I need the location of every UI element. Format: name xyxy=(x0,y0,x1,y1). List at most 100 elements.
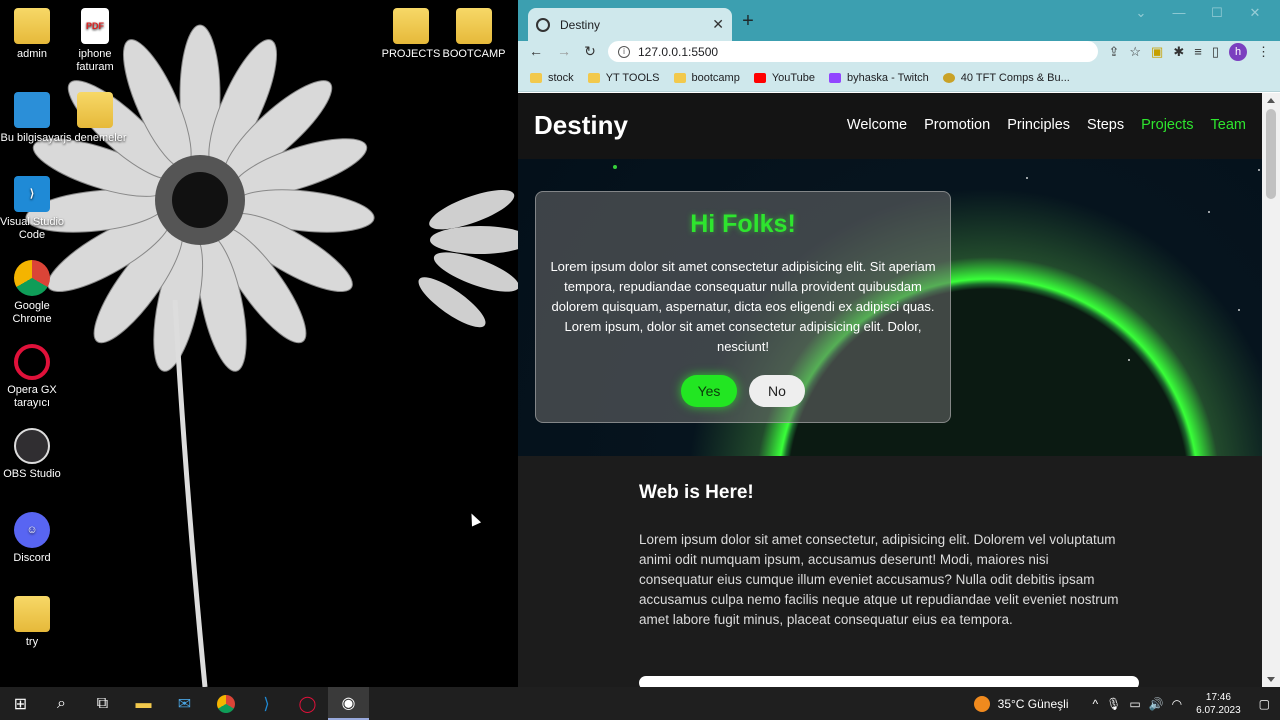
clock-date: 6.07.2023 xyxy=(1196,704,1241,716)
user-folder-icon xyxy=(14,8,50,44)
opera-icon[interactable]: ◯ xyxy=(287,687,328,720)
chrome-icon[interactable] xyxy=(205,687,246,720)
yes-button[interactable]: Yes xyxy=(681,375,737,407)
extension-badge-icon[interactable]: ▣ xyxy=(1151,44,1163,60)
puzzle-icon[interactable]: ✱ xyxy=(1173,44,1184,60)
chevron-down-icon[interactable]: ⌄ xyxy=(1122,5,1160,21)
battery-icon[interactable]: ▭ xyxy=(1129,697,1140,711)
share-icon[interactable]: ⇪ xyxy=(1108,44,1119,60)
back-icon[interactable]: ← xyxy=(526,43,546,61)
desktop-icon-bu-bilgisayar[interactable]: Bu bilgisayar xyxy=(0,92,64,145)
desktop-icon-discord[interactable]: ☺ Discord xyxy=(0,512,64,565)
no-button[interactable]: No xyxy=(749,375,805,407)
bookmark-twitch[interactable]: byhaska - Twitch xyxy=(829,72,929,84)
discord-icon: ☺ xyxy=(14,512,50,548)
avatar[interactable]: h xyxy=(1229,42,1247,61)
desktop-icon-opera-gx[interactable]: Opera GX tarayıcı xyxy=(0,344,64,410)
menu-icon[interactable]: ⋮ xyxy=(1257,44,1270,60)
file-explorer-icon[interactable]: ▬ xyxy=(123,687,164,720)
folder-icon xyxy=(393,8,429,44)
folder-icon xyxy=(530,72,542,83)
desktop-icon-admin[interactable]: admin xyxy=(0,8,64,61)
info-icon[interactable]: i xyxy=(618,45,630,58)
bookmarks-bar: stock YT TOOLS bootcamp YouTube byhaska … xyxy=(518,64,1280,92)
volume-icon[interactable]: 🔊 xyxy=(1149,697,1164,711)
tft-icon xyxy=(942,72,955,83)
hero-heading: Hi Folks! xyxy=(690,210,796,238)
address-bar[interactable]: i 127.0.0.1:5500 xyxy=(608,41,1098,62)
sidepanel-icon[interactable]: ▯ xyxy=(1212,44,1219,60)
system-tray: 35°C Güneşli ^ 🎙 ▭ 🔊 ◠ 17:46 6.07.2023 ▢ xyxy=(973,687,1280,720)
desktop-icon-bootcamp[interactable]: BOOTCAMP xyxy=(442,8,506,61)
nav-link-projects[interactable]: Projects xyxy=(1141,117,1193,133)
chevron-up-icon[interactable]: ^ xyxy=(1093,697,1099,711)
reload-icon[interactable]: ↻ xyxy=(580,43,600,61)
pdf-file-icon: PDF xyxy=(81,8,109,44)
forward-icon[interactable]: → xyxy=(554,43,574,61)
desktop: admin PDF iphone faturam PROJECTS BOOTCA… xyxy=(0,0,518,687)
search-icon[interactable]: ⌕ xyxy=(41,687,82,720)
desktop-icon-vscode[interactable]: ⟩ Visual Studio Code xyxy=(0,176,64,242)
bookmark-tft-comps[interactable]: 40 TFT Comps & Bu... xyxy=(942,72,1070,84)
star xyxy=(1208,211,1210,213)
hero-buttons: Yes No xyxy=(536,375,950,407)
site-nav: Welcome Promotion Principles Steps Proje… xyxy=(847,117,1246,133)
tab-destiny[interactable]: Destiny ✕ xyxy=(528,8,732,41)
url-text: 127.0.0.1:5500 xyxy=(638,44,719,59)
nav-link-principles[interactable]: Principles xyxy=(1007,117,1070,133)
welcome-card: Hi Folks! Lorem ipsum dolor sit amet con… xyxy=(535,191,951,423)
youtube-icon xyxy=(753,72,766,83)
obs-icon xyxy=(14,428,50,464)
mail-icon[interactable]: ✉ xyxy=(164,687,205,720)
obs-icon[interactable]: ◉ xyxy=(328,687,369,720)
wifi-icon[interactable]: ◠ xyxy=(1172,697,1182,711)
page-scrollbar[interactable] xyxy=(1262,93,1280,687)
scroll-down-icon[interactable] xyxy=(1267,677,1275,682)
taskbar: ⊞ ⌕ ⧉ ▬ ✉ ⟩ ◯ ◉ 35°C Güneşli ^ 🎙 ▭ 🔊 ◠ 1… xyxy=(0,687,1280,720)
star-icon[interactable]: ☆ xyxy=(1129,44,1141,60)
desktop-icon-chrome[interactable]: Google Chrome xyxy=(0,260,64,326)
chrome-icon xyxy=(14,260,50,296)
desktop-icon-js-denemeler[interactable]: js denemeler xyxy=(63,92,127,145)
star xyxy=(1258,169,1260,171)
task-view-icon[interactable]: ⧉ xyxy=(82,687,123,720)
bookmark-bootcamp[interactable]: bootcamp xyxy=(673,72,740,84)
scroll-up-icon[interactable] xyxy=(1267,98,1275,103)
new-tab-button[interactable]: + xyxy=(736,10,760,34)
maximize-icon[interactable]: ☐ xyxy=(1198,5,1236,21)
minimize-icon[interactable]: — xyxy=(1160,5,1198,21)
desktop-icon-projects[interactable]: PROJECTS xyxy=(379,8,443,61)
scrollbar-thumb[interactable] xyxy=(1266,109,1276,199)
bookmark-yt-tools[interactable]: YT TOOLS xyxy=(587,72,660,84)
browser-window: Destiny ✕ + ⌄ — ☐ ✕ ← → ↻ i 127.0.0.1:55… xyxy=(518,0,1280,687)
nav-link-team[interactable]: Team xyxy=(1211,117,1246,133)
hero-text: Lorem ipsum dolor sit amet consectetur a… xyxy=(550,259,936,354)
notification-icon[interactable]: ▢ xyxy=(1259,697,1270,711)
microphone-icon[interactable]: 🎙 xyxy=(1106,697,1121,711)
close-icon[interactable]: ✕ xyxy=(712,16,724,33)
desktop-icon-iphone-faturam[interactable]: PDF iphone faturam xyxy=(63,8,127,74)
weather-text[interactable]: 35°C Güneşli xyxy=(998,697,1069,711)
close-window-icon[interactable]: ✕ xyxy=(1236,5,1274,21)
vscode-icon[interactable]: ⟩ xyxy=(246,687,287,720)
nav-link-promotion[interactable]: Promotion xyxy=(924,117,990,133)
web-section: Web is Here! Lorem ipsum dolor sit amet … xyxy=(518,456,1262,687)
folder-icon xyxy=(456,8,492,44)
windows-start-icon[interactable]: ⊞ xyxy=(0,687,41,720)
section-card-top xyxy=(639,676,1139,687)
bookmark-youtube[interactable]: YouTube xyxy=(753,72,815,84)
site-header: Destiny Welcome Promotion Principles Ste… xyxy=(518,93,1262,159)
star xyxy=(1128,359,1130,361)
site-logo[interactable]: Destiny xyxy=(534,110,628,141)
media-icon[interactable]: ≡ xyxy=(1194,44,1202,59)
browser-toolbar: ← → ↻ i 127.0.0.1:5500 ⇪ ☆ ▣ ✱ ≡ ▯ h ⋮ xyxy=(518,41,1280,64)
nav-link-steps[interactable]: Steps xyxy=(1087,117,1124,133)
bookmark-stock[interactable]: stock xyxy=(530,72,574,84)
desktop-icon-obs[interactable]: OBS Studio xyxy=(0,428,64,481)
desktop-icon-try[interactable]: try xyxy=(0,596,64,649)
star xyxy=(613,165,617,169)
folder-icon xyxy=(587,72,600,83)
clock[interactable]: 17:46 6.07.2023 xyxy=(1196,691,1241,717)
nav-link-welcome[interactable]: Welcome xyxy=(847,117,907,133)
tab-strip: Destiny ✕ + ⌄ — ☐ ✕ xyxy=(518,0,1280,41)
